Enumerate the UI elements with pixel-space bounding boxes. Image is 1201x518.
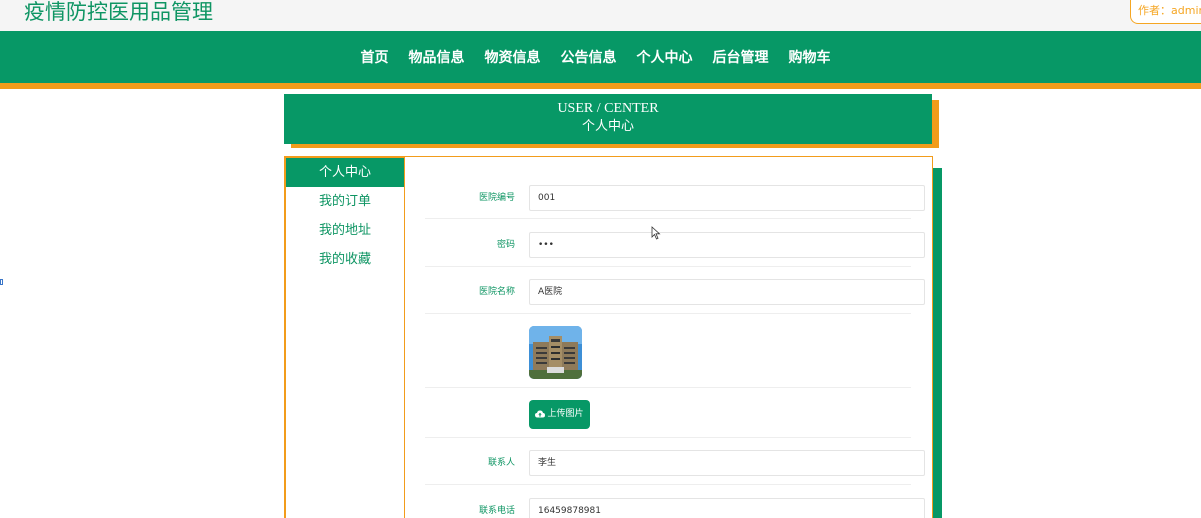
password-label: 密码 bbox=[496, 240, 515, 250]
main-nav: 首页 物品信息 物资信息 公告信息 个人中心 后台管理 购物车 bbox=[0, 31, 1201, 83]
site-title: 疫情防控医用品管理 bbox=[24, 0, 213, 24]
top-bar: 疫情防控医用品管理 作者：admin bbox=[0, 0, 1201, 31]
phone-label: 联系电话 bbox=[478, 506, 515, 516]
contact-label: 联系人 bbox=[487, 458, 515, 468]
nav-accent-stripe bbox=[0, 83, 1201, 89]
nav-item-notice-info[interactable]: 公告信息 bbox=[561, 47, 617, 67]
form-row-contact: 联系人 李生 bbox=[425, 449, 925, 485]
hospital-id-label: 医院编号 bbox=[478, 193, 515, 203]
hospital-building-image bbox=[529, 326, 582, 379]
form-row-password: 密码 ••• bbox=[425, 231, 925, 267]
page-banner: USER / CENTER 个人中心 bbox=[284, 94, 932, 144]
form-row-phone: 联系电话 16459878981 bbox=[425, 497, 925, 518]
hospital-id-input[interactable]: 001 bbox=[529, 185, 925, 211]
cloud-upload-icon bbox=[535, 410, 546, 417]
left-edge-marker bbox=[0, 279, 3, 285]
user-sidebar: 个人中心 我的订单 我的地址 我的收藏 bbox=[284, 156, 406, 518]
sidebar-item-my-address[interactable]: 我的地址 bbox=[286, 216, 404, 245]
profile-form-panel: 医院编号 001 密码 ••• 医院名称 A医院 上传图片 联系人 李生 联系电… bbox=[404, 156, 933, 518]
password-input[interactable]: ••• bbox=[529, 232, 925, 258]
nav-item-cart[interactable]: 购物车 bbox=[789, 47, 831, 67]
banner-title-cn: 个人中心 bbox=[581, 119, 634, 134]
author-badge: 作者：admin bbox=[1130, 0, 1201, 24]
nav-item-supplies-info[interactable]: 物资信息 bbox=[485, 47, 541, 67]
phone-input[interactable]: 16459878981 bbox=[529, 498, 925, 518]
hospital-name-label: 医院名称 bbox=[478, 287, 515, 297]
contact-input[interactable]: 李生 bbox=[529, 450, 925, 476]
sidebar-item-user-center[interactable]: 个人中心 bbox=[286, 158, 404, 187]
sidebar-item-my-favorites[interactable]: 我的收藏 bbox=[286, 245, 404, 274]
nav-item-home[interactable]: 首页 bbox=[361, 47, 389, 67]
author-label: 作者： bbox=[1138, 4, 1171, 17]
hospital-photo bbox=[529, 326, 582, 379]
upload-image-button[interactable]: 上传图片 bbox=[529, 400, 590, 429]
nav-list: 首页 物品信息 物资信息 公告信息 个人中心 后台管理 购物车 bbox=[0, 31, 1201, 83]
banner-title-en: USER / CENTER bbox=[557, 101, 659, 116]
form-row-hospital-id: 医院编号 001 bbox=[425, 184, 925, 219]
form-row-hospital-image bbox=[425, 326, 911, 388]
upload-button-label: 上传图片 bbox=[547, 409, 584, 419]
form-row-upload: 上传图片 bbox=[425, 400, 911, 438]
nav-item-goods-info[interactable]: 物品信息 bbox=[409, 47, 465, 67]
hospital-name-input[interactable]: A医院 bbox=[529, 279, 925, 305]
nav-item-user-center[interactable]: 个人中心 bbox=[637, 47, 693, 67]
author-name: admin bbox=[1171, 4, 1201, 17]
mouse-cursor-icon bbox=[651, 226, 661, 240]
nav-item-admin[interactable]: 后台管理 bbox=[713, 47, 769, 67]
form-row-hospital-name: 医院名称 A医院 bbox=[425, 278, 925, 314]
sidebar-item-my-orders[interactable]: 我的订单 bbox=[286, 187, 404, 216]
